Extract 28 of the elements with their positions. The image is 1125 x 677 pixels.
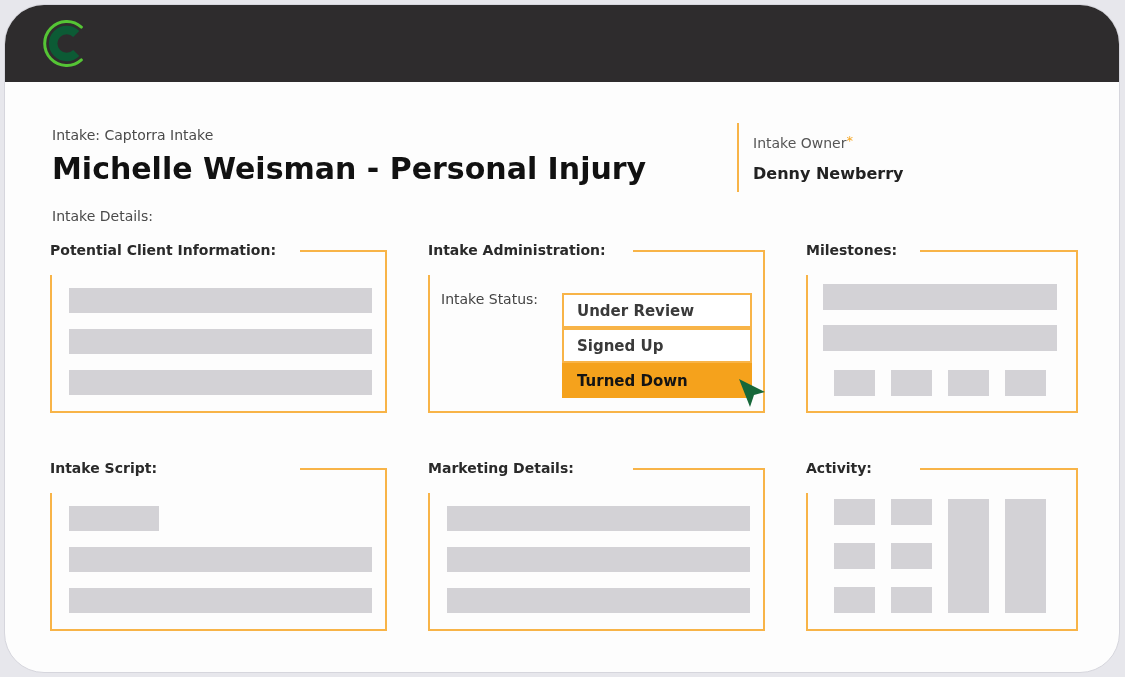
panel-title: Milestones: [806,242,898,258]
panel-title: Intake Script: [50,460,158,476]
placeholder-block [834,543,875,569]
panel-title: Potential Client Information: [50,242,277,258]
placeholder-block [948,370,989,396]
placeholder-block [891,370,932,396]
mouse-pointer-icon [739,379,765,407]
placeholder-block [891,499,932,525]
field-value: Denny Newberry [753,164,904,184]
placeholder-block [834,370,875,396]
panel-title: Activity: [806,460,872,476]
placeholder-block [834,587,875,613]
placeholder-block [1005,370,1046,396]
panel-title: Marketing Details: [428,460,574,476]
panel-title: Intake Administration: [428,242,606,258]
required-mark: * [846,134,853,148]
c-logo-icon [43,20,85,67]
placeholder-block [834,499,875,525]
intake-title: Michelle Weisman - Personal Injury [52,150,648,188]
dropdown-option[interactable]: Under Review [562,293,752,328]
dropdown-option[interactable]: Signed Up [562,328,752,363]
intake-type-label: Intake: Captorra Intake [52,126,215,144]
placeholder-block [891,543,932,569]
field-label: Intake Owner [753,134,847,152]
dropdown-option[interactable]: Turned Down [562,363,752,398]
section-label: Intake Details: [52,207,154,225]
field-label: Intake Status: [441,290,539,308]
placeholder-block [891,587,932,613]
